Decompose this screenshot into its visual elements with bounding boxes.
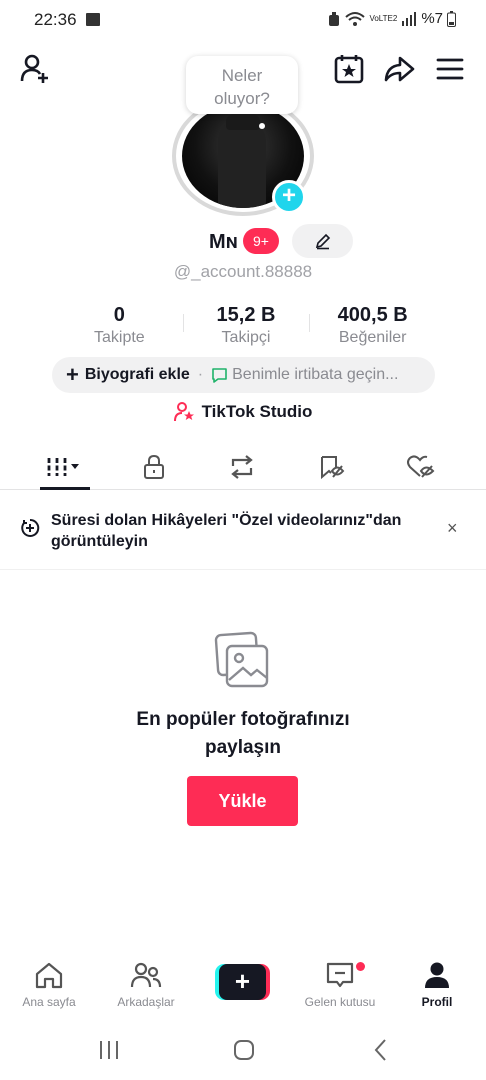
bio-separator: ·: [197, 366, 204, 383]
avatar-figure: [218, 118, 266, 208]
status-time: 22:36: [34, 10, 77, 29]
profile-stats: 0 Takipte 15,2 B Takipçi 400,5 B Beğenil…: [56, 302, 436, 348]
home-system-button[interactable]: [224, 1036, 264, 1064]
edit-profile-button[interactable]: [292, 224, 353, 258]
recent-apps-icon: [100, 1041, 118, 1059]
notification-badge[interactable]: 9+: [243, 228, 279, 254]
add-story-button[interactable]: +: [272, 180, 306, 214]
name-row: Mɴ 9+: [0, 224, 486, 258]
back-chevron-icon: [374, 1039, 386, 1061]
home-icon: [35, 962, 63, 989]
plus-icon: +: [66, 362, 79, 387]
menu-icon: [436, 58, 464, 80]
share-icon: [384, 56, 415, 82]
username: @_account.88888: [173, 262, 313, 281]
tab-liked[interactable]: [391, 444, 451, 490]
share-profile-button[interactable]: [382, 52, 416, 86]
gallery-notification-icon: [86, 13, 100, 26]
network-type-label: VoLTE2: [369, 13, 398, 23]
videos-grid-icon: [47, 458, 79, 476]
stat-label: Takipte: [93, 329, 145, 346]
upload-button[interactable]: Yükle: [187, 776, 298, 826]
status-bar: 22:36 VoLTE2 %7: [0, 0, 486, 40]
stat-value: 15,2 B: [216, 304, 276, 326]
friends-icon: [130, 962, 162, 988]
tab-videos[interactable]: [35, 444, 95, 490]
empty-title-line1: En popüler fotoğrafınızı: [136, 709, 350, 730]
stat-label: Beğeniler: [338, 329, 407, 346]
add-user-icon: [20, 54, 48, 83]
tab-private[interactable]: [124, 444, 184, 490]
back-button[interactable]: [361, 1036, 401, 1064]
tiktok-studio-link[interactable]: TikTok Studio: [0, 402, 486, 422]
signal-icon: [402, 11, 417, 26]
inbox-notification-dot: [356, 962, 365, 971]
photos-icon: [214, 631, 269, 688]
battery-icon: [447, 10, 456, 27]
avatar-container[interactable]: +: [172, 96, 314, 216]
empty-state-title: En popüler fotoğrafınızı paylaşın: [0, 706, 486, 762]
status-bubble[interactable]: Neler oluyor?: [186, 56, 298, 114]
profile-name: Mɴ: [209, 231, 238, 253]
nav-friends[interactable]: Arkadaşlar: [98, 958, 194, 1020]
studio-label: TikTok Studio: [201, 402, 313, 421]
recent-apps-button[interactable]: [89, 1036, 129, 1064]
add-friend-button[interactable]: [18, 52, 52, 86]
liked-icon: [407, 455, 435, 478]
tab-favorites[interactable]: [302, 444, 362, 490]
create-button[interactable]: +: [215, 964, 270, 1000]
nav-profile[interactable]: Profil: [389, 958, 485, 1020]
notice-text: Süresi dolan Hikâyeleri "Özel videoların…: [51, 512, 402, 550]
home-circle-icon: [234, 1040, 254, 1060]
bio-pill: + Biyografi ekle · Benimle irtibata geçi…: [52, 357, 435, 393]
content-tabs: [0, 444, 486, 490]
stat-value: 0: [113, 304, 125, 326]
system-navigation: [0, 1030, 486, 1070]
favorites-icon: [321, 456, 345, 480]
avatar-hat: [226, 112, 260, 130]
contact-me-button[interactable]: Benimle irtibata geçin...: [232, 366, 398, 384]
lock-icon: [144, 454, 164, 479]
alarm-icon: [329, 11, 340, 26]
menu-button[interactable]: [433, 52, 467, 86]
stat-followers[interactable]: 15,2 B Takipçi: [182, 302, 310, 348]
tab-reposts[interactable]: [212, 444, 272, 490]
battery-percent: %7: [421, 10, 443, 27]
user-star-icon: [173, 402, 194, 422]
nav-home[interactable]: Ana sayfa: [1, 958, 97, 1020]
active-tab-indicator: [40, 487, 90, 490]
stat-likes[interactable]: 400,5 B Beğeniler: [309, 302, 436, 348]
nav-friends-label: Arkadaşlar: [117, 995, 175, 1009]
create-plus-icon: +: [219, 964, 266, 1000]
nav-profile-label: Profil: [421, 995, 453, 1009]
wifi-icon: [345, 11, 366, 26]
inbox-icon: [326, 962, 354, 988]
stories-notice[interactable]: Süresi dolan Hikâyeleri "Özel videoların…: [0, 500, 486, 570]
bubble-tail-dot: [259, 123, 265, 129]
nav-inbox-label: Gelen kutusu: [304, 995, 376, 1009]
calendar-star-icon: [334, 55, 364, 84]
empty-title-line2: paylaşın: [204, 737, 282, 758]
pencil-icon: [315, 233, 330, 250]
status-indicators: VoLTE2 %7: [327, 10, 456, 27]
message-icon: [212, 367, 227, 383]
bubble-line1: Neler: [221, 66, 263, 85]
add-bio-button[interactable]: Biyografi ekle: [85, 366, 190, 384]
calendar-button[interactable]: [332, 52, 366, 86]
nav-home-label: Ana sayfa: [22, 995, 76, 1009]
nav-inbox[interactable]: Gelen kutusu: [292, 958, 388, 1020]
stat-label: Takipçi: [221, 329, 271, 346]
stat-following[interactable]: 0 Takipte: [56, 302, 183, 348]
repost-icon: [231, 455, 253, 479]
story-plus-icon: [21, 518, 40, 537]
close-icon[interactable]: ×: [447, 518, 458, 539]
bubble-line2: oluyor?: [214, 89, 270, 108]
stat-value: 400,5 B: [337, 304, 408, 326]
profile-icon: [425, 962, 449, 988]
